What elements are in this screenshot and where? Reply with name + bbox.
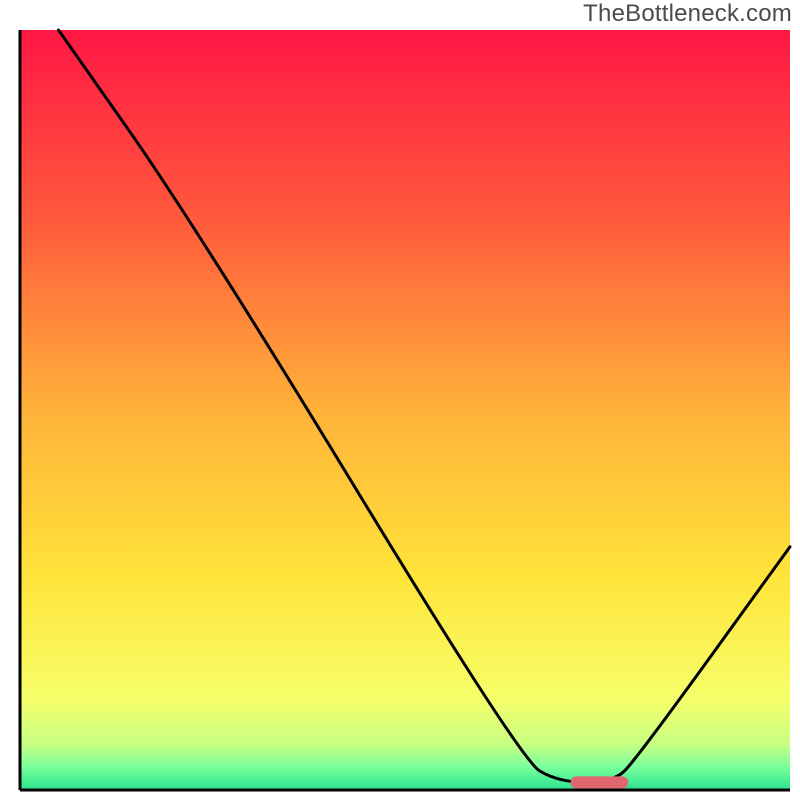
optimal-marker	[571, 776, 629, 788]
plot-background	[20, 30, 790, 790]
chart-container: TheBottleneck.com	[0, 0, 800, 800]
bottleneck-chart	[0, 0, 800, 800]
